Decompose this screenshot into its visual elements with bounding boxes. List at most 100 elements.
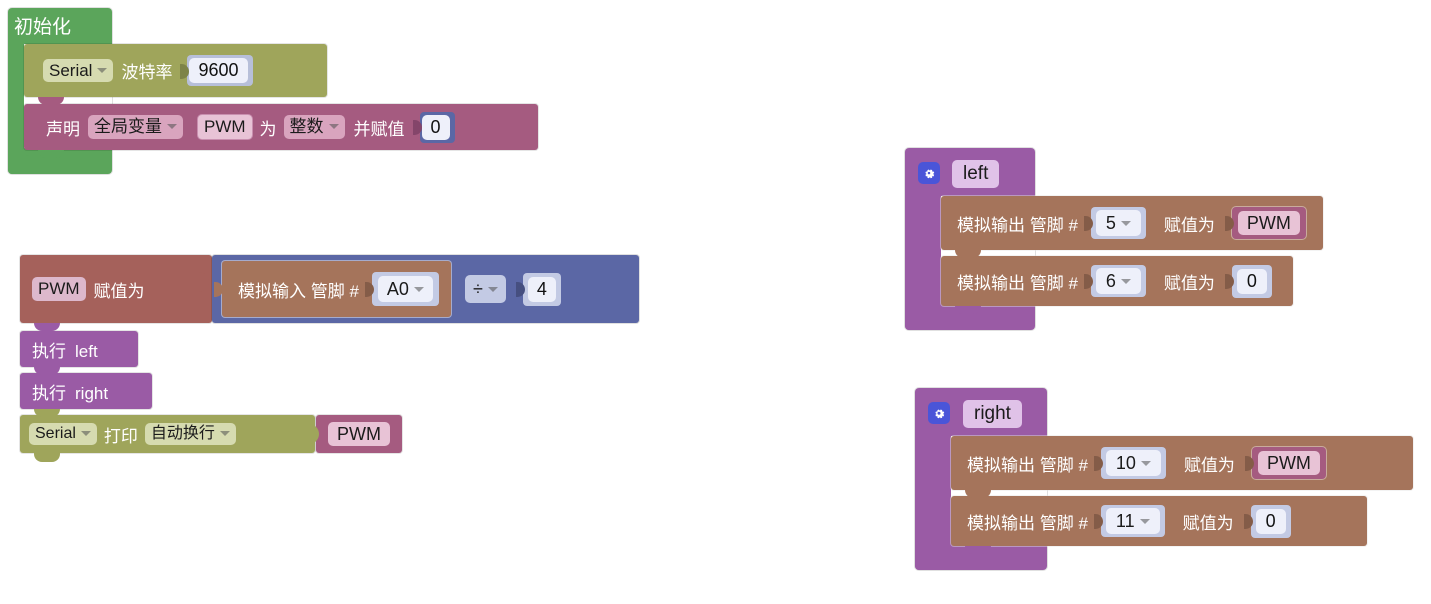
call-left-bottom-notch — [34, 367, 60, 375]
baud-socket — [180, 60, 190, 82]
set-pwm-assign-label: 赋值为 — [93, 281, 145, 301]
assign-label: 并赋值 — [353, 119, 405, 139]
chevron-down-icon — [487, 286, 498, 292]
procedure-left-slot-notch — [955, 196, 981, 204]
setup-hat-label: 初始化 — [14, 17, 72, 38]
analog-write-value-block[interactable]: PWM — [1231, 206, 1306, 240]
call-right-bottom-notch — [34, 409, 60, 417]
setup-slot-notch — [38, 44, 64, 52]
type-value: 整数 — [289, 117, 324, 137]
baud-value[interactable]: 9600 — [189, 58, 248, 83]
gear-icon[interactable] — [928, 402, 950, 424]
analog-write-value-block[interactable]: 0 — [1231, 264, 1272, 298]
analog-write-pin-dropdown[interactable]: 5 — [1095, 209, 1141, 237]
analog-write-block[interactable]: 模拟输出 管脚 # 6 赋值为 0 — [941, 256, 1293, 306]
analog-write-pin-value: 10 — [1115, 452, 1136, 473]
analog-write-value-field[interactable]: PWM — [1237, 210, 1300, 236]
serial-port-dropdown[interactable]: Serial — [43, 58, 114, 83]
variable-name-value: PWM — [204, 117, 246, 137]
as-label: 为 — [259, 119, 277, 139]
analog-pin-block[interactable]: A0 — [371, 271, 439, 307]
analog-pin-value: A0 — [386, 278, 409, 299]
serial-print-argument-value: PWM — [337, 423, 381, 444]
analog-pin-socket — [364, 278, 374, 300]
analog-write-pin-block[interactable]: 11 — [1100, 504, 1165, 538]
analog-write-block[interactable]: 模拟输出 管脚 # 10 赋值为 PWM — [951, 436, 1413, 490]
analog-write-label: 模拟输出 管脚 # — [967, 455, 1088, 475]
operand-number-block[interactable]: 4 — [522, 272, 561, 306]
call-left-proc-name: left — [75, 341, 98, 361]
call-right-proc-name: right — [75, 383, 109, 403]
procedure-right-name-value: right — [974, 403, 1011, 424]
call-right-block[interactable]: 执行 right — [20, 373, 152, 409]
scope-dropdown[interactable]: 全局变量 — [88, 115, 183, 139]
analog-write-pin-socket — [1083, 270, 1093, 292]
analog-write-pin-block[interactable]: 10 — [1100, 446, 1166, 480]
analog-write-pin-socket — [1083, 212, 1093, 234]
set-pwm-variable-value: PWM — [38, 279, 80, 299]
analog-write-value[interactable]: 0 — [1255, 508, 1286, 534]
analog-write-bottom-notch — [955, 306, 981, 314]
procedure-left-name-value: left — [963, 163, 989, 184]
analog-write-value-socket — [1244, 452, 1254, 474]
analog-write-assign-label: 赋值为 — [1182, 513, 1234, 533]
serial-begin-block[interactable]: Serial 波特率 9600 — [24, 44, 327, 97]
analog-write-pin-dropdown[interactable]: 11 — [1105, 507, 1160, 535]
analog-write-value-block[interactable]: PWM — [1251, 446, 1326, 480]
serial-print-argument-field[interactable]: PWM — [328, 421, 390, 447]
init-value[interactable]: 0 — [421, 114, 450, 140]
serial-port-value: Serial — [49, 60, 93, 80]
analog-read-block[interactable]: 模拟输入 管脚 # A0 — [222, 261, 451, 317]
procedure-left-name-field[interactable]: left — [952, 160, 1000, 188]
serial-print-block[interactable]: Serial 打印 自动换行 — [20, 415, 315, 453]
gear-icon[interactable] — [918, 162, 940, 184]
baud-number-block[interactable]: 9600 — [187, 55, 253, 86]
analog-write-bottom-notch — [965, 546, 991, 554]
analog-write-value-socket — [1224, 270, 1234, 292]
type-dropdown[interactable]: 整数 — [283, 115, 345, 139]
set-pwm-variable-field[interactable]: PWM — [32, 277, 86, 301]
operator-value: ÷ — [472, 278, 483, 299]
serial-print-label: 打印 — [103, 426, 138, 446]
analog-write-value-socket — [1243, 510, 1253, 532]
analog-write-pin-block[interactable]: 6 — [1090, 264, 1146, 298]
analog-write-value: PWM — [1266, 452, 1311, 473]
baud-label: 波特率 — [121, 63, 173, 82]
variable-name-field[interactable]: PWM — [197, 114, 253, 140]
procedure-right-name-field[interactable]: right — [963, 400, 1022, 428]
init-number-block[interactable]: 0 — [419, 111, 455, 143]
serial-print-argument-block[interactable]: PWM — [316, 415, 402, 453]
analog-write-label: 模拟输出 管脚 # — [967, 513, 1088, 533]
analog-write-value-field[interactable]: PWM — [1257, 450, 1320, 476]
analog-write-value[interactable]: 0 — [1236, 268, 1267, 294]
set-pwm-bottom-notch — [34, 323, 60, 331]
analog-write-pin-value: 6 — [1105, 270, 1116, 291]
set-pwm-block[interactable]: PWM 赋值为 — [20, 255, 212, 323]
analog-pin-dropdown[interactable]: A0 — [377, 275, 433, 303]
blockly-workspace[interactable]: 初始化 Serial 波特率 9600 声明 全局变量 PWM 为 整数 并赋值… — [0, 0, 1431, 604]
analog-write-bottom-notch — [965, 490, 991, 498]
serial-print-mode-dropdown[interactable]: 自动换行 — [144, 422, 236, 446]
analog-read-label: 模拟输入 管脚 # — [238, 281, 359, 301]
chevron-down-icon — [1120, 220, 1131, 226]
chevron-down-icon — [80, 431, 91, 437]
declare-variable-block[interactable]: 声明 全局变量 PWM 为 整数 并赋值 0 — [24, 104, 538, 150]
call-right-label: 执行 — [32, 383, 66, 403]
analog-write-value-block[interactable]: 0 — [1250, 504, 1291, 538]
analog-write-value: PWM — [1246, 212, 1291, 233]
analog-write-pin-dropdown[interactable]: 6 — [1095, 267, 1141, 295]
divide-block[interactable]: 模拟输入 管脚 # A0 ÷ 4 — [212, 255, 639, 323]
chevron-down-icon — [328, 124, 339, 130]
serial-print-port-dropdown[interactable]: Serial — [29, 422, 97, 446]
analog-write-pin-block[interactable]: 5 — [1090, 206, 1146, 240]
operator-dropdown[interactable]: ÷ — [464, 274, 506, 304]
analog-write-block[interactable]: 模拟输出 管脚 # 5 赋值为 PWM — [941, 196, 1323, 250]
chevron-down-icon — [413, 286, 424, 292]
scope-value: 全局变量 — [94, 117, 162, 137]
call-left-block[interactable]: 执行 left — [20, 331, 138, 367]
analog-write-block[interactable]: 模拟输出 管脚 # 11 赋值为 0 — [951, 496, 1367, 546]
analog-write-assign-label: 赋值为 — [1163, 215, 1215, 235]
analog-write-pin-dropdown[interactable]: 10 — [1105, 449, 1161, 477]
analog-write-pin-socket — [1093, 510, 1103, 532]
operand-value[interactable]: 4 — [527, 276, 556, 302]
